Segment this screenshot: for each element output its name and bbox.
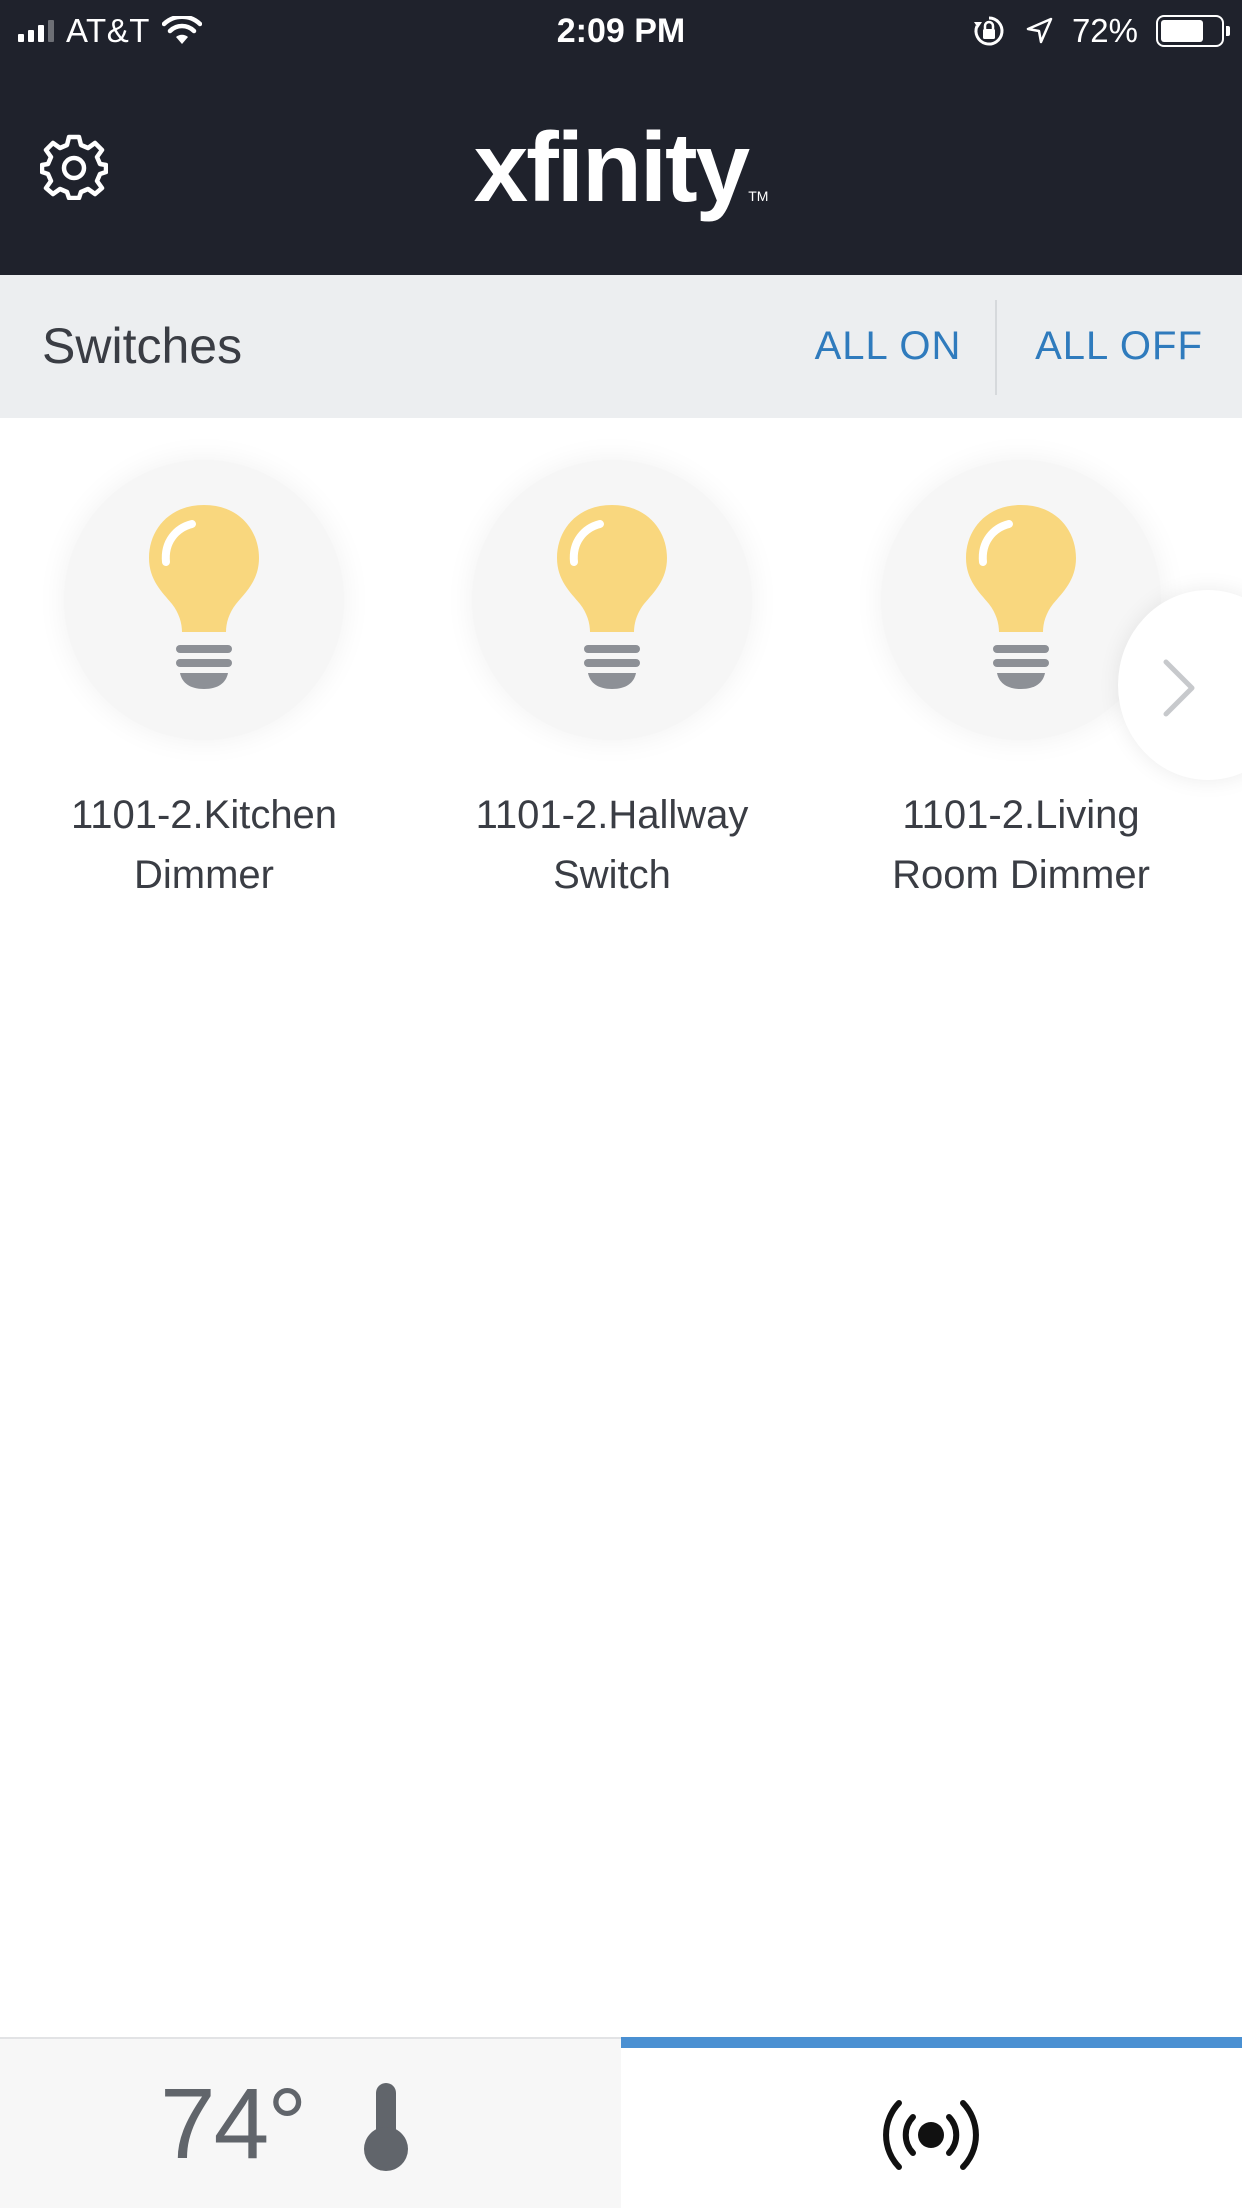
- active-tab-indicator: [621, 2037, 1242, 2048]
- switch-toggle[interactable]: [64, 460, 344, 740]
- tab-temperature[interactable]: 74°: [0, 2037, 621, 2208]
- switch-toggle[interactable]: [472, 460, 752, 740]
- divider: [995, 300, 997, 395]
- orientation-lock-icon: [973, 16, 1004, 46]
- switch-name: 1101-2.Living Room Dimmer: [851, 785, 1191, 905]
- top-header-area: AT&T 2:09 PM 72% xfinityTM: [0, 0, 1242, 275]
- temperature-value: 74°: [160, 2068, 307, 2180]
- switch-name-line1: 1101-2.Hallway: [475, 793, 749, 837]
- logo-text: xfinity: [473, 112, 751, 222]
- battery-icon: [1156, 15, 1230, 47]
- light-bulb-icon: [149, 505, 259, 689]
- switch-name-line2: Dimmer: [134, 853, 274, 897]
- switch-name-line2: Room Dimmer: [892, 853, 1150, 897]
- logo-trademark: TM: [748, 188, 769, 204]
- light-bulb-icon: [966, 505, 1076, 689]
- app-header: xfinityTM: [0, 62, 1242, 275]
- xfinity-logo: xfinityTM: [0, 112, 1242, 251]
- thermometer-icon: [364, 2083, 408, 2171]
- switch-name-line2: Switch: [553, 853, 671, 897]
- all-on-button[interactable]: ALL ON: [780, 275, 996, 418]
- switch-name: 1101-2.Kitchen Dimmer: [34, 785, 374, 905]
- tab-devices[interactable]: [621, 2037, 1242, 2208]
- switch-name-line1: 1101-2.Kitchen: [70, 793, 338, 837]
- light-bulb-icon: [557, 505, 667, 689]
- battery-percent: 72%: [1071, 12, 1138, 49]
- status-bar: AT&T 2:09 PM 72%: [0, 0, 1242, 62]
- all-off-button[interactable]: ALL OFF: [1000, 275, 1238, 418]
- broadcast-icon: [883, 2100, 979, 2170]
- location-arrow-icon: [1026, 17, 1053, 44]
- switch-tile-kitchen-dimmer[interactable]: 1101-2.Kitchen Dimmer: [34, 460, 374, 905]
- switches-section-bar: Switches ALL ON ALL OFF: [0, 275, 1242, 418]
- status-right: 72%: [972, 10, 1230, 52]
- switch-name: 1101-2.Hallway Switch: [442, 785, 782, 905]
- bottom-tab-bar: 74°: [0, 2037, 1242, 2208]
- chevron-right-icon: [1163, 659, 1195, 717]
- switch-name-line1: 1101-2.Living: [902, 793, 1140, 837]
- section-title: Switches: [42, 318, 243, 374]
- switch-tile-hallway-switch[interactable]: 1101-2.Hallway Switch: [442, 460, 782, 905]
